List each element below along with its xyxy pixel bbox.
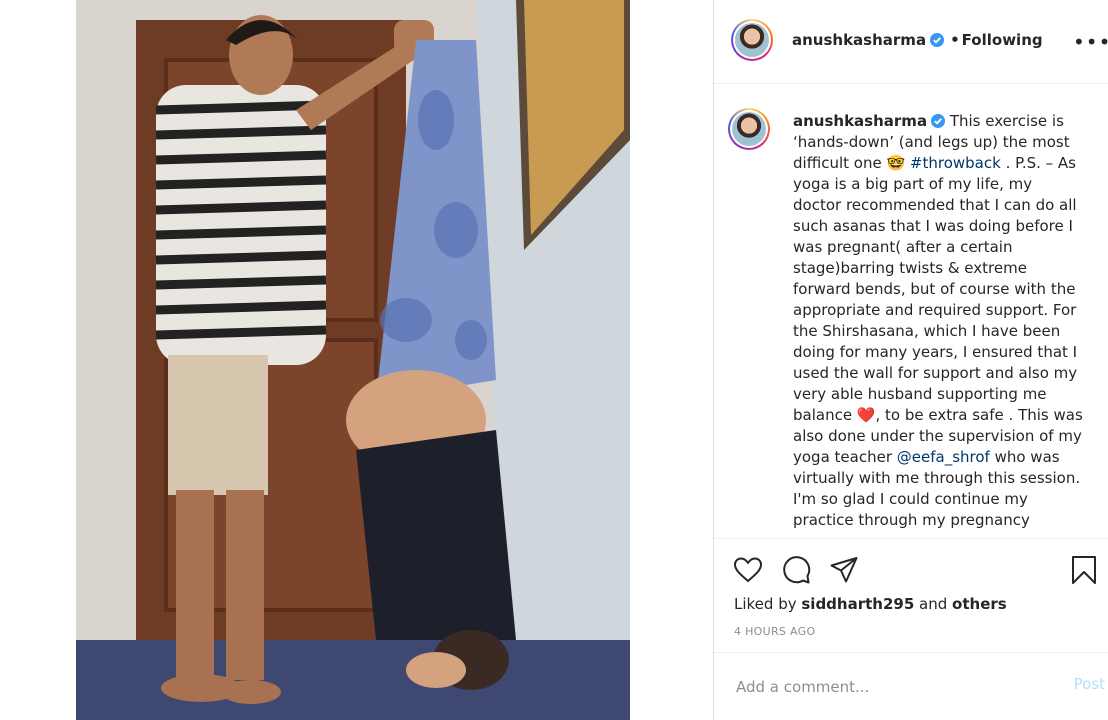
- post-photo[interactable]: [76, 0, 630, 720]
- verified-badge-icon: [930, 33, 945, 47]
- author-username[interactable]: anushkasharma: [792, 31, 926, 49]
- liked-user-link[interactable]: siddharth295: [801, 595, 914, 613]
- share-icon[interactable]: [828, 554, 860, 586]
- comment-bar: Post: [714, 652, 1108, 720]
- author-line: anushkasharma • Following: [792, 31, 1043, 49]
- post-header: anushkasharma • Following •••: [714, 0, 1108, 84]
- caption-text: anushkasharma This exercise is ‘hands-do…: [793, 111, 1083, 531]
- liked-and: and: [914, 595, 953, 613]
- caption-scroll-area[interactable]: anushkasharma This exercise is ‘hands-do…: [714, 84, 1108, 539]
- liked-by-line: Liked by siddharth295 and others: [734, 595, 1007, 613]
- caption-avatar[interactable]: [728, 108, 770, 150]
- comment-icon[interactable]: [780, 554, 812, 586]
- hashtag-link[interactable]: #throwback: [910, 154, 1001, 172]
- post-timestamp[interactable]: 4 HOURS AGO: [734, 625, 815, 638]
- post-side-panel: anushkasharma • Following ••• anushkasharm…: [713, 0, 1108, 720]
- post-media: [0, 0, 713, 720]
- mention-link[interactable]: @eefa_shrof: [897, 448, 990, 466]
- following-button[interactable]: Following: [962, 31, 1043, 49]
- liked-others-link[interactable]: others: [952, 595, 1007, 613]
- bookmark-icon[interactable]: [1068, 554, 1100, 586]
- heart-icon[interactable]: [732, 554, 764, 586]
- separator-dot: •: [950, 31, 960, 49]
- action-bar: [714, 540, 1108, 600]
- verified-badge-icon: [931, 114, 946, 128]
- author-avatar[interactable]: [731, 19, 773, 61]
- comment-input[interactable]: [734, 673, 1028, 701]
- red-heart-emoji: ❤️: [856, 406, 876, 424]
- liked-prefix: Liked by: [734, 595, 802, 613]
- more-options-icon[interactable]: •••: [1073, 30, 1108, 54]
- post-comment-button[interactable]: Post: [1074, 675, 1105, 693]
- caption-text-part: . P.S. – As yoga is a big part of my lif…: [793, 154, 1078, 424]
- caption-username[interactable]: anushkasharma: [793, 112, 927, 130]
- nerd-face-emoji: 🤓: [886, 154, 906, 172]
